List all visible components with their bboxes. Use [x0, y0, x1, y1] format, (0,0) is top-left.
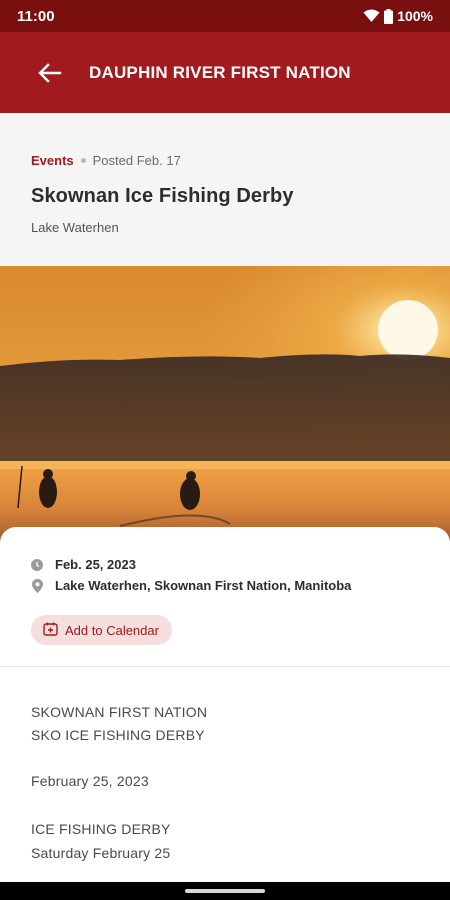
battery-level: 100%: [397, 8, 433, 24]
page-subtitle: Lake Waterhen: [31, 220, 119, 235]
event-date: Feb. 25, 2023: [55, 557, 136, 572]
event-details-card: Feb. 25, 2023 Lake Waterhen, Skownan Fir…: [0, 527, 450, 667]
event-location: Lake Waterhen, Skownan First Nation, Man…: [55, 578, 352, 593]
app-bar: DAUPHIN RIVER FIRST NATION: [0, 32, 450, 113]
status-time: 11:00: [17, 7, 55, 25]
category-label[interactable]: Events: [31, 153, 74, 168]
description-line: SKOWNAN FIRST NATION: [31, 704, 208, 720]
add-to-calendar-label: Add to Calendar: [65, 622, 159, 638]
wifi-icon: [363, 9, 380, 23]
post-header: Events Posted Feb. 17 Skownan Ice Fishin…: [0, 113, 450, 266]
event-hero-image: [0, 266, 450, 556]
battery-icon: [384, 8, 394, 24]
app-title: DAUPHIN RIVER FIRST NATION: [89, 62, 351, 82]
divider: [0, 666, 450, 667]
event-date-row: Feb. 25, 2023: [31, 557, 136, 572]
separator-dot: [80, 158, 86, 163]
post-meta: Events Posted Feb. 17: [31, 153, 181, 168]
back-arrow-icon[interactable]: [36, 59, 64, 87]
calendar-add-icon: [43, 622, 58, 639]
status-bar: 11:00 100%: [0, 0, 450, 32]
page-title: Skownan Ice Fishing Derby: [31, 185, 294, 207]
add-to-calendar-button[interactable]: Add to Calendar: [31, 615, 172, 645]
home-gesture-handle[interactable]: [185, 889, 265, 893]
description-line: ICE FISHING DERBY: [31, 821, 171, 837]
status-icons: 100%: [363, 8, 433, 24]
clock-icon: [31, 558, 43, 572]
event-location-row: Lake Waterhen, Skownan First Nation, Man…: [31, 578, 351, 593]
description-line: Saturday February 25: [31, 845, 171, 861]
description-line: February 25, 2023: [31, 773, 149, 789]
description-line: SKO ICE FISHING DERBY: [31, 727, 205, 743]
location-pin-icon: [31, 578, 43, 593]
system-nav-bar: [0, 882, 450, 900]
posted-date: Posted Feb. 17: [92, 153, 181, 168]
